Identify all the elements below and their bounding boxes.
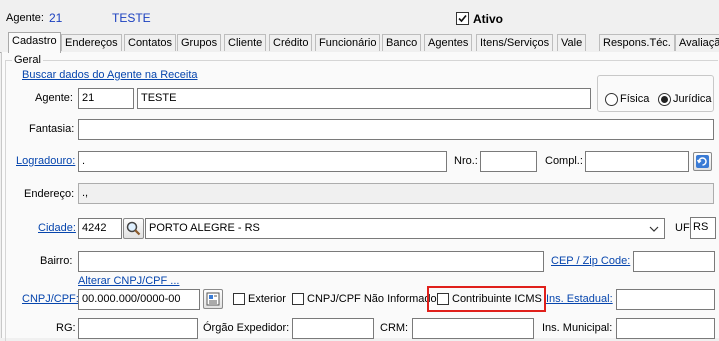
crm-label: CRM: <box>380 322 409 334</box>
tab-enderecos[interactable]: Endereços <box>61 34 122 51</box>
contribuinte-icms-checkbox[interactable] <box>437 293 449 305</box>
rg-label: RG: <box>56 322 76 334</box>
agente-code-field[interactable]: 21 <box>78 88 134 109</box>
header-agente-code: 21 <box>49 11 63 25</box>
tab-vale[interactable]: Vale <box>557 34 587 51</box>
juridica-label: Jurídica <box>673 93 712 105</box>
ins-estadual-link[interactable]: Ins. Estadual: <box>546 292 613 306</box>
ins-municipal-label: Ins. Municipal: <box>542 322 613 334</box>
orgao-expedidor-field[interactable] <box>292 318 374 339</box>
refresh-icon <box>696 155 709 168</box>
tab-bar: Cadastro Endereços Contatos Grupos Clien… <box>0 32 719 53</box>
exterior-checkbox[interactable] <box>233 293 245 305</box>
cnpj-lookup-button[interactable] <box>203 289 223 309</box>
cidade-name-value: PORTO ALEGRE - RS <box>149 222 260 234</box>
bairro-field[interactable] <box>78 251 544 272</box>
tab-respons-tec[interactable]: Respons.Téc. <box>599 34 675 51</box>
tab-agentes[interactable]: Agentes <box>424 34 473 51</box>
refresh-address-button[interactable] <box>693 152 712 171</box>
ativo-checkbox[interactable] <box>456 12 469 25</box>
nao-informado-label: CNPJ/CPF Não Informado <box>307 293 437 305</box>
checkmark-icon <box>458 14 467 23</box>
header-agente-name: TESTE <box>112 11 151 25</box>
ins-estadual-field[interactable] <box>616 289 715 310</box>
tab-avaliacao[interactable]: Avaliaçã <box>675 34 719 51</box>
tab-cliente[interactable]: Cliente <box>224 34 267 51</box>
dropdown-chevron-icon <box>649 226 659 232</box>
tab-funcionario[interactable]: Funcionário <box>315 34 381 51</box>
agente-label: Agente: <box>35 92 73 104</box>
cidade-link[interactable]: Cidade: <box>38 221 76 235</box>
orgao-expedidor-label: Órgão Expedidor: <box>203 322 290 334</box>
ins-municipal-field[interactable] <box>616 318 715 339</box>
exterior-label: Exterior <box>248 293 286 305</box>
card-icon <box>206 292 220 306</box>
endereco-field: ., <box>78 183 714 204</box>
tab-credito[interactable]: Crédito <box>269 34 313 51</box>
fisica-radio[interactable] <box>605 93 618 106</box>
bairro-label: Bairro: <box>40 255 73 267</box>
crm-field[interactable] <box>412 318 534 339</box>
tab-grupos[interactable]: Grupos <box>177 34 222 51</box>
rg-field[interactable] <box>78 318 198 339</box>
geral-group-label: Geral <box>12 53 43 67</box>
compl-field[interactable] <box>585 151 689 172</box>
agente-name-field[interactable]: TESTE <box>137 88 591 109</box>
cidade-select[interactable]: PORTO ALEGRE - RS <box>145 218 665 239</box>
fantasia-field[interactable] <box>78 119 714 140</box>
contribuinte-icms-label: Contribuinte ICMS <box>452 293 542 305</box>
tab-banco[interactable]: Banco <box>382 34 422 51</box>
juridica-radio[interactable] <box>658 93 671 106</box>
nro-label: Nro.: <box>454 155 478 167</box>
tab-itens-servicos[interactable]: Itens/Serviços <box>476 34 554 51</box>
alterar-cnpj-link[interactable]: Alterar CNPJ/CPF ... <box>78 274 179 288</box>
endereco-label: Endereço: <box>24 188 75 200</box>
fantasia-label: Fantasia: <box>29 123 75 135</box>
logradouro-link[interactable]: Logradouro: <box>16 154 75 168</box>
nao-informado-checkbox[interactable] <box>292 293 304 305</box>
cnpj-link[interactable]: CNPJ/CPF: <box>22 292 79 306</box>
tab-cadastro[interactable]: Cadastro <box>8 32 61 53</box>
fisica-label: Física <box>620 93 650 105</box>
search-icon <box>126 221 141 236</box>
agent-header: Agente: 21 TESTE Ativo <box>0 0 719 32</box>
cidade-code-field[interactable]: 4242 <box>78 218 122 239</box>
compl-label: Compl.: <box>545 155 583 167</box>
cep-link[interactable]: CEP / Zip Code: <box>551 254 630 268</box>
tab-contatos[interactable]: Contatos <box>124 34 177 51</box>
buscar-receita-link[interactable]: Buscar dados do Agente na Receita <box>22 68 198 82</box>
header-agente-label: Agente: <box>6 12 44 24</box>
ativo-label: Ativo <box>473 12 503 26</box>
cnpj-field[interactable]: 00.000.000/0000-00 <box>78 289 200 310</box>
cep-field[interactable] <box>633 251 715 272</box>
nro-field[interactable] <box>480 151 537 172</box>
logradouro-field[interactable]: . <box>78 151 447 172</box>
cidade-search-button[interactable] <box>123 218 144 239</box>
uf-field[interactable]: RS <box>690 217 716 239</box>
